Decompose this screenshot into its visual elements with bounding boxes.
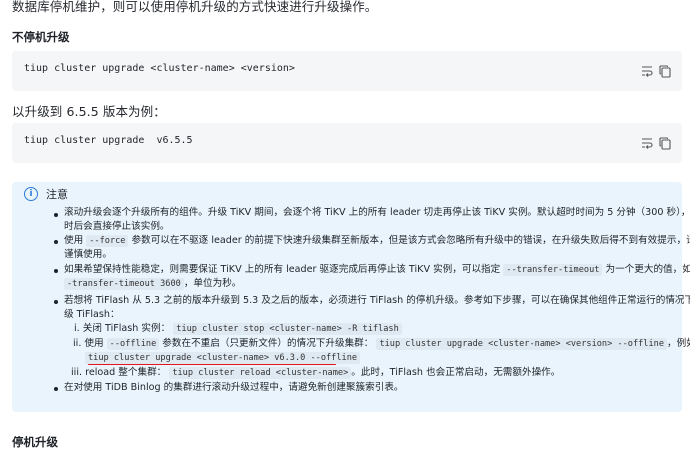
bullet-dot xyxy=(54,213,58,217)
inline-code: -transfer-timeout 3600 xyxy=(64,278,184,290)
code-text: tiup cluster upgrade v6.5.5 xyxy=(24,135,193,146)
wrap-icon[interactable] xyxy=(640,63,654,77)
bullet-dot xyxy=(54,387,58,391)
inline-code: tiup cluster reload <cluster-name> xyxy=(169,367,352,379)
heading-downtime-upgrade: 停机升级 xyxy=(12,435,58,449)
text: i. 关闭 TiFlash 实例： xyxy=(74,323,171,334)
bullet-dot xyxy=(54,240,58,244)
note-item-2-line1: 使用 --force 参数可以在不驱逐 leader 的前提下快速升级集群至新版… xyxy=(64,234,690,248)
copy-icon[interactable] xyxy=(658,135,672,150)
text: ii. 使用 xyxy=(73,338,107,349)
note-title: 注意 xyxy=(46,188,68,201)
inline-code: --offline xyxy=(106,338,160,350)
text: 使用 xyxy=(64,235,87,246)
substep-3: iii. reload 整个集群： tiup cluster reload <c… xyxy=(71,366,560,380)
wrap-icon[interactable] xyxy=(640,135,654,149)
note-item-2-line2: 谨慎使用。 xyxy=(64,249,112,260)
note-item-4-line1: 若想将 TiFlash 从 5.3 之前的版本升级到 5.3 及之后的版本，必须… xyxy=(64,295,690,306)
inline-code: tiup cluster upgrade <cluster-name> v6.3… xyxy=(85,352,361,364)
note-item-1-line1: 滚动升级会逐个升级所有的组件。升级 TiKV 期间，会逐个将 TiKV 上的所有… xyxy=(64,207,690,218)
substep-1: i. 关闭 TiFlash 实例： tiup cluster stop <clu… xyxy=(74,322,402,336)
text: ，例如 xyxy=(667,338,690,349)
note-item-3-line2: -transfer-timeout 3600 ，单位为秒。 xyxy=(64,277,241,291)
substep-2-example: tiup cluster upgrade <cluster-name> v6.3… xyxy=(85,351,361,365)
inline-code: --force xyxy=(86,235,129,247)
info-icon: i xyxy=(24,187,38,201)
bullet-dot xyxy=(54,269,58,273)
code-text: tiup cluster upgrade <cluster-name> <ver… xyxy=(24,63,295,74)
inline-code: --transfer-timeout xyxy=(503,264,603,276)
code-block-example: tiup cluster upgrade v6.5.5 xyxy=(12,123,682,163)
text: 。此时，TiFlash 也会正常启动，无需额外操作。 xyxy=(351,367,561,378)
text: iii. reload 整个集群： xyxy=(71,367,167,378)
heading-no-downtime-upgrade: 不停机升级 xyxy=(12,30,70,44)
intro-text: 数据库停机维护，则可以使用停机升级的方式快速进行升级操作。 xyxy=(12,0,378,14)
text: 参数可以在不驱逐 leader 的前提下快速升级集群至新版本，但是该方式会忽略所… xyxy=(128,235,690,246)
substep-2: ii. 使用 --offline 参数在不重启（只更新文件）的情况下升级集群： … xyxy=(73,337,690,351)
inline-code: tiup cluster stop <cluster-name> -R tifl… xyxy=(173,323,402,335)
text: 为一个更大的值，如 xyxy=(602,264,690,275)
copy-icon[interactable] xyxy=(658,63,672,78)
note-item-4-line2: 级 TiFlash： xyxy=(64,309,120,320)
example-text: 以升级到 6.5.5 版本为例： xyxy=(12,104,166,119)
text: 如果希望保持性能稳定，则需要保证 TiKV 上的所有 leader 驱逐完成后再… xyxy=(64,264,504,275)
bullet-dot xyxy=(54,300,58,304)
code-block-upgrade: tiup cluster upgrade <cluster-name> <ver… xyxy=(12,51,682,91)
text: ，单位为秒。 xyxy=(183,278,242,289)
text: 参数在不重启（只更新文件）的情况下升级集群： xyxy=(159,338,374,349)
note-item-3-line1: 如果希望保持性能稳定，则需要保证 TiKV 上的所有 leader 驱逐完成后再… xyxy=(64,263,690,277)
inline-code: tiup cluster upgrade <cluster-name> <ver… xyxy=(376,338,668,350)
note-item-5: 在对使用 TiDB Binlog 的集群进行滚动升级过程中，请避免新创建聚簇索引… xyxy=(64,382,404,393)
note-item-1-line2: 时后会直接停止该实例。 xyxy=(64,221,170,232)
